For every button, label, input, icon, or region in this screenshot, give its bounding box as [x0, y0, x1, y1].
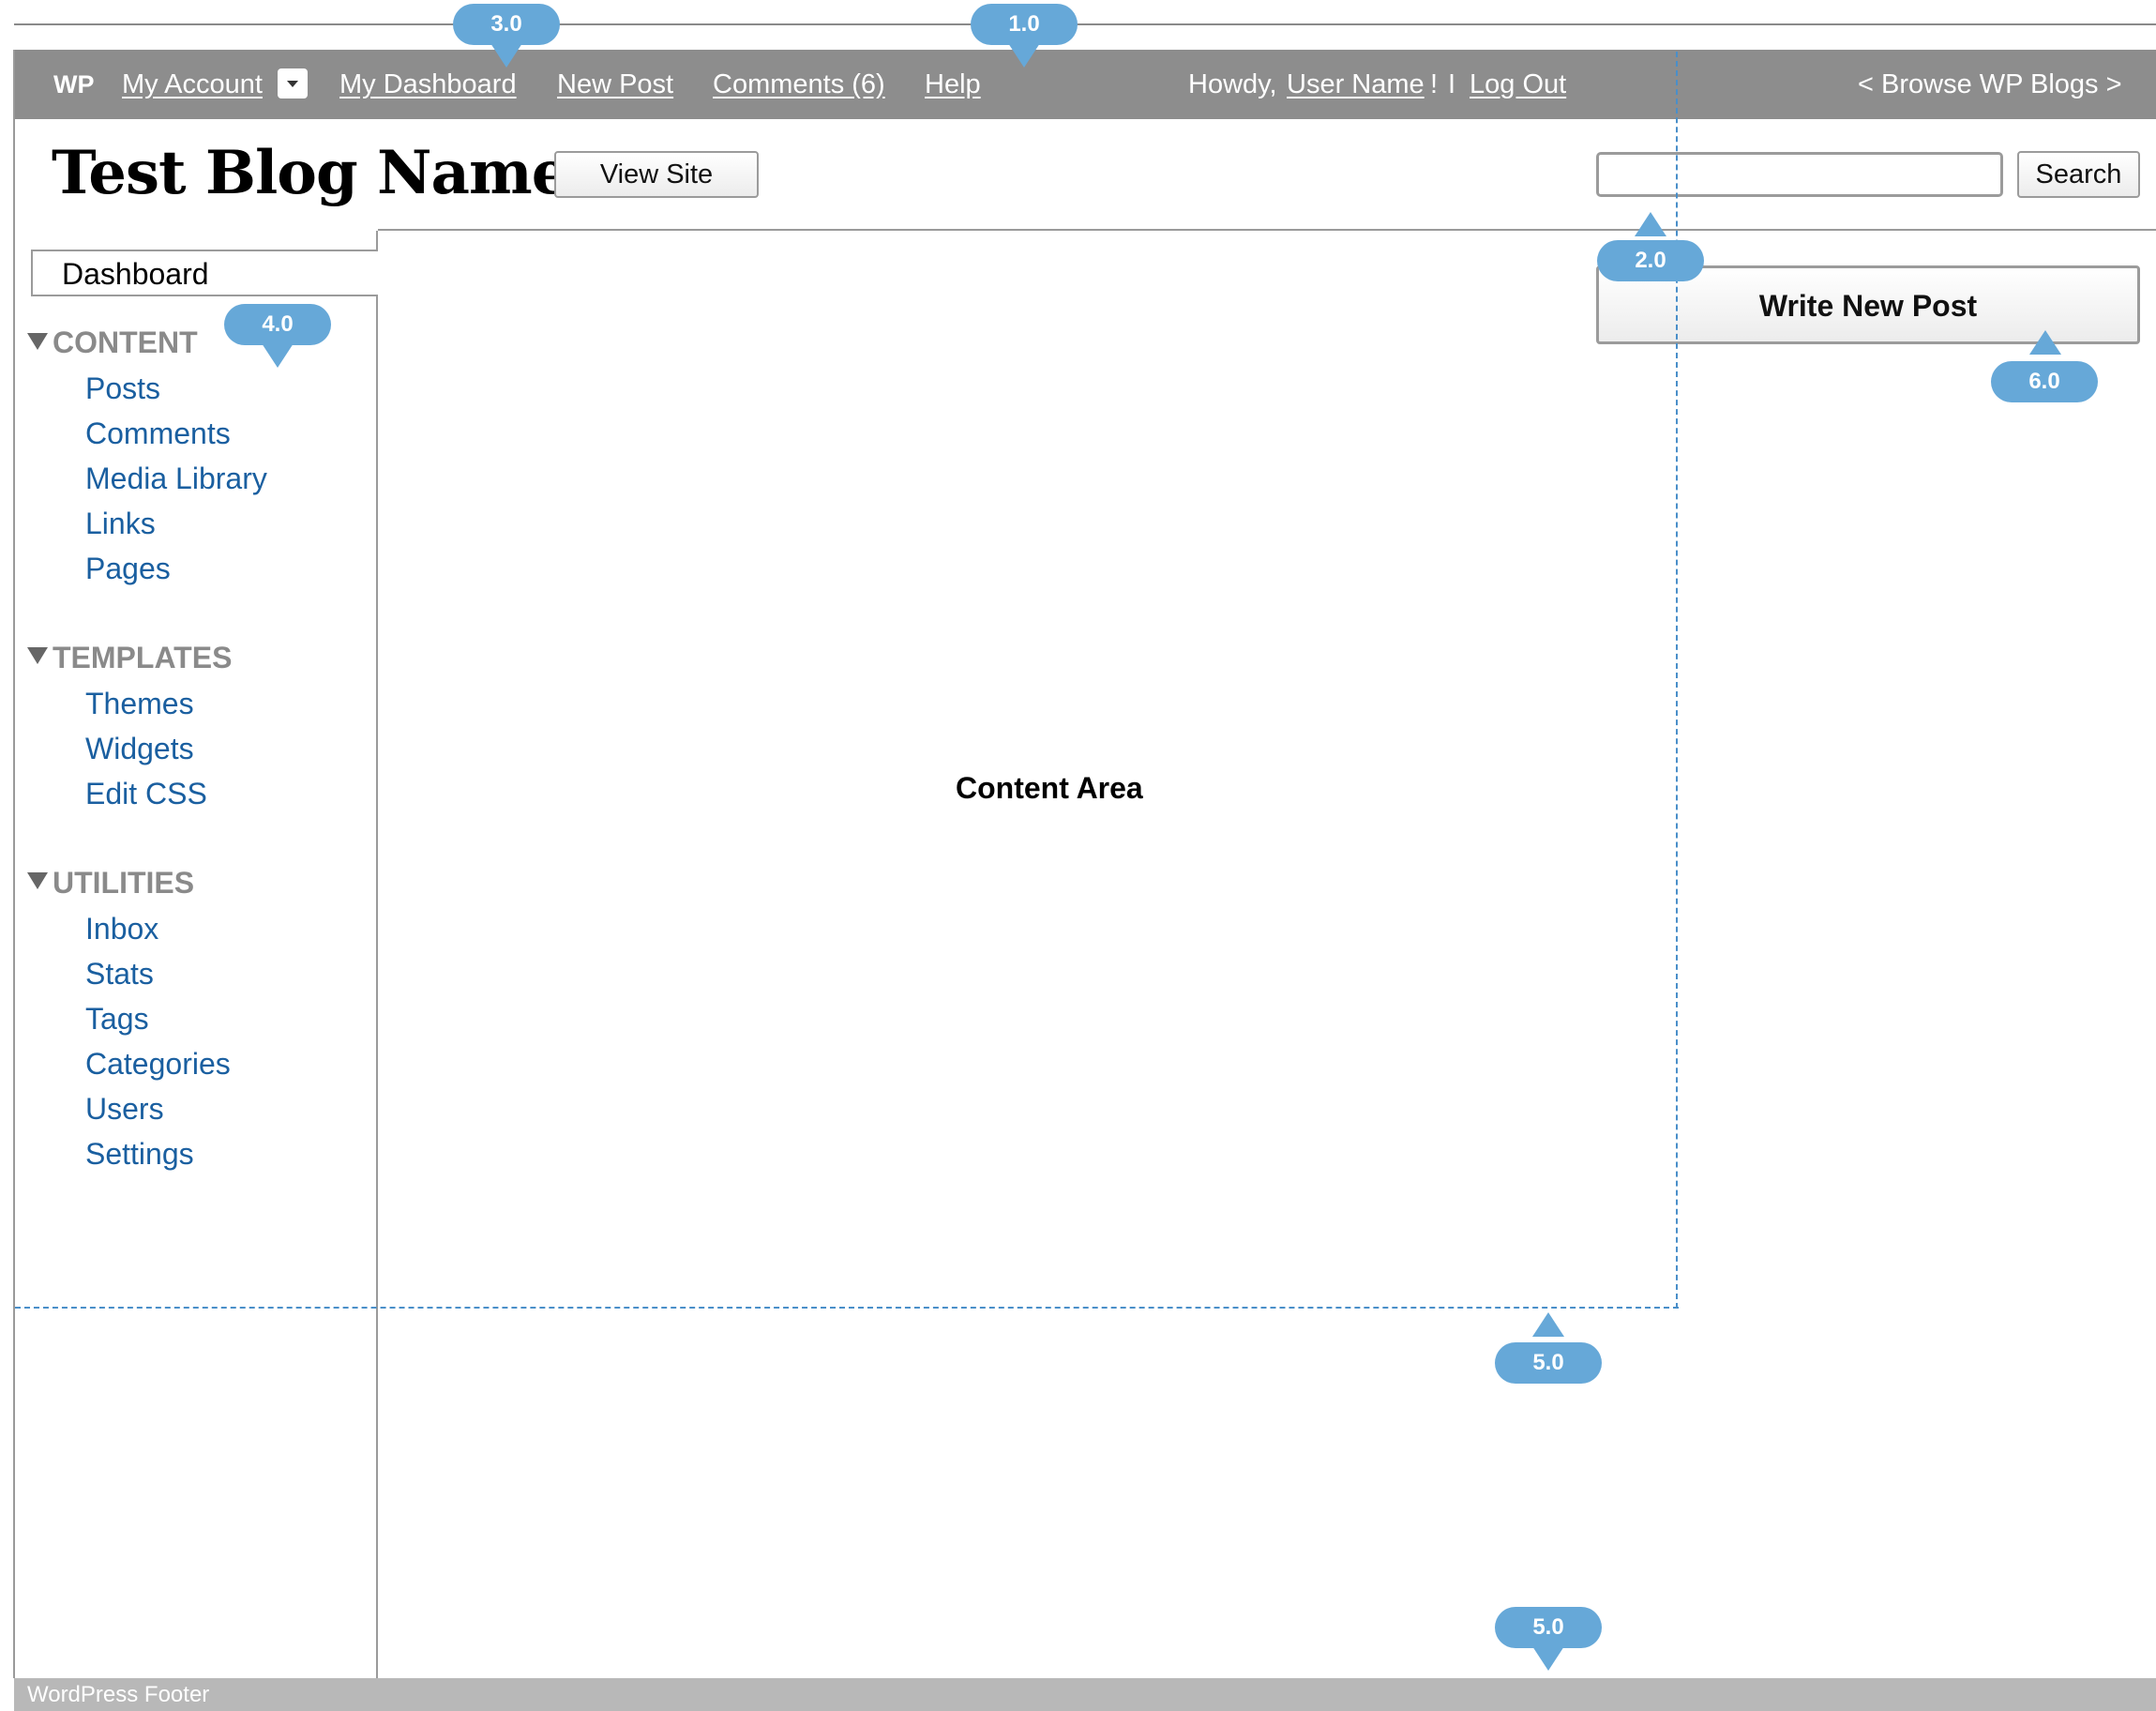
top-divider: [14, 23, 2156, 25]
collapse-triangle-icon[interactable]: [27, 872, 48, 889]
new-post-link[interactable]: New Post: [557, 50, 673, 119]
content-area-label: Content Area: [956, 771, 1143, 805]
collapse-triangle-icon[interactable]: [27, 333, 48, 350]
sidebar-item-stats[interactable]: Stats: [85, 955, 154, 992]
annotation-guide-horizontal: [15, 1307, 1679, 1309]
user-name-link[interactable]: User Name: [1287, 50, 1425, 119]
search-input[interactable]: [1596, 152, 2003, 197]
callout-5-top: 5.0: [1495, 1342, 1602, 1384]
footer-text: WordPress Footer: [27, 1682, 210, 1707]
sidebar-item-media-library[interactable]: Media Library: [85, 460, 267, 497]
sidebar-divider: [376, 231, 378, 1678]
blog-title: Test Blog Name: [52, 138, 569, 208]
callout-1: 1.0: [971, 4, 1078, 45]
callout-4: 4.0: [224, 304, 331, 345]
help-link[interactable]: Help: [925, 50, 981, 119]
collapse-triangle-icon[interactable]: [27, 647, 48, 664]
sidebar-item-categories[interactable]: Categories: [85, 1045, 231, 1083]
section-heading-templates[interactable]: TEMPLATES: [53, 639, 232, 676]
sidebar-item-themes[interactable]: Themes: [85, 685, 194, 722]
sidebar-item-posts[interactable]: Posts: [85, 370, 160, 407]
callout-2: 2.0: [1597, 240, 1704, 281]
wp-logo[interactable]: WP: [53, 50, 95, 119]
callout-pointer: [1532, 1646, 1564, 1671]
callout-pointer: [1532, 1312, 1564, 1337]
callout-6: 6.0: [1991, 361, 2098, 402]
section-heading-content[interactable]: CONTENT: [53, 324, 198, 361]
browse-blogs-link[interactable]: < Browse WP Blogs >: [1858, 50, 2122, 119]
view-site-button[interactable]: View Site: [554, 151, 759, 198]
frame-left-border: [13, 50, 15, 1678]
callout-5-bottom: 5.0: [1495, 1607, 1602, 1648]
admin-bar: WP My Account My Dashboard New Post Comm…: [14, 50, 2156, 119]
log-out-link[interactable]: Log Out: [1470, 50, 1566, 119]
header-divider: [378, 229, 2156, 231]
howdy-text: Howdy,: [1188, 69, 1277, 99]
search-button[interactable]: Search: [2017, 151, 2140, 198]
sidebar-item-links[interactable]: Links: [85, 505, 156, 542]
sidebar-item-pages[interactable]: Pages: [85, 550, 171, 587]
callout-pointer: [1008, 43, 1040, 68]
my-account-link[interactable]: My Account: [122, 50, 263, 119]
callout-pointer: [262, 343, 294, 368]
comments-link[interactable]: Comments (6): [713, 50, 885, 119]
dashboard-tab-label[interactable]: Dashboard: [62, 253, 209, 295]
sidebar-item-tags[interactable]: Tags: [85, 1000, 149, 1037]
footer-bar: [14, 1678, 2156, 1711]
callout-3: 3.0: [453, 4, 560, 45]
callout-pointer: [1635, 212, 1666, 236]
callout-pointer: [2029, 330, 2061, 355]
sidebar-item-edit-css[interactable]: Edit CSS: [85, 775, 207, 812]
sidebar-item-settings[interactable]: Settings: [85, 1135, 194, 1173]
sidebar-item-widgets[interactable]: Widgets: [85, 730, 194, 767]
callout-pointer: [490, 43, 522, 68]
sidebar-item-comments[interactable]: Comments: [85, 415, 231, 452]
chevron-down-icon[interactable]: [278, 68, 308, 98]
section-heading-utilities[interactable]: UTILITIES: [53, 864, 194, 901]
sidebar-item-inbox[interactable]: Inbox: [85, 910, 158, 947]
howdy-exclamation: !: [1430, 69, 1439, 99]
bar-separator: I: [1448, 69, 1456, 99]
sidebar-item-users[interactable]: Users: [85, 1090, 164, 1128]
